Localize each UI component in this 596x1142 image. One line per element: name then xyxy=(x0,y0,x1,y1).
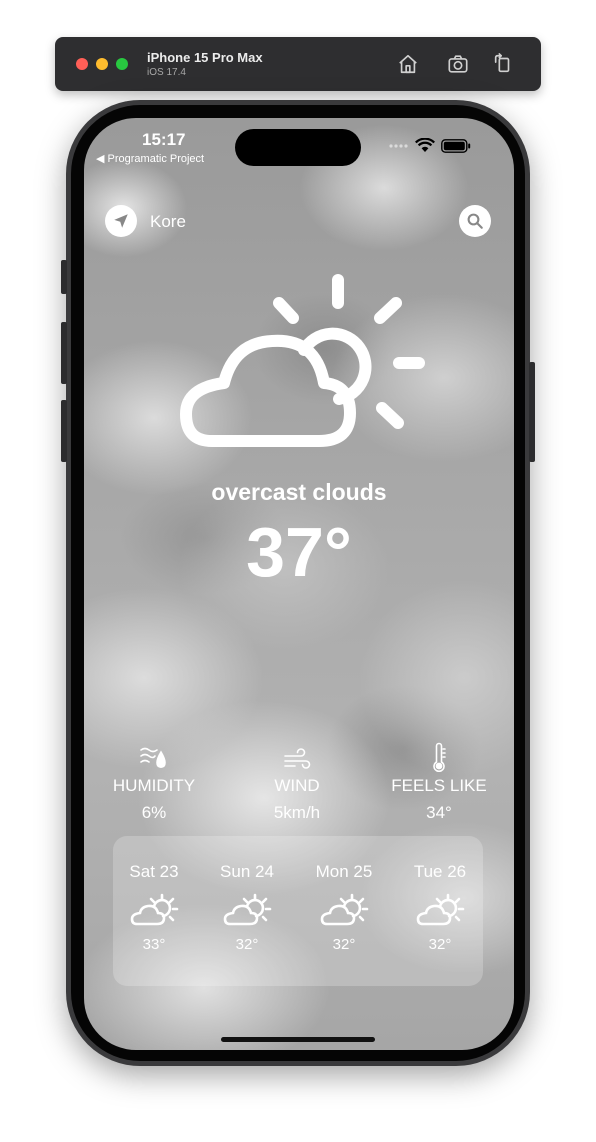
wind-label: WIND xyxy=(274,776,320,795)
home-button[interactable] xyxy=(396,52,420,76)
partly-cloudy-icon xyxy=(320,893,369,926)
partly-cloudy-icon xyxy=(130,893,179,926)
zoom-window-button[interactable] xyxy=(116,58,128,70)
city-name: Kore xyxy=(150,212,186,231)
volume-up-button xyxy=(61,322,67,384)
rotate-button[interactable] xyxy=(491,52,515,76)
humidity-value: 6% xyxy=(141,803,167,822)
status-indicators xyxy=(389,138,471,153)
power-button xyxy=(529,362,535,462)
current-location-button[interactable] xyxy=(105,205,137,237)
simulator-toolbar: iPhone 15 Pro Max iOS 17.4 xyxy=(55,37,541,91)
humidity-stat: HUMIDITY 6% xyxy=(89,742,219,823)
forecast-day[interactable]: Sun 24 32° xyxy=(202,862,292,953)
forecast-temp: 33° xyxy=(142,936,166,953)
partly-cloudy-icon xyxy=(223,893,272,926)
app-screen: 15:17 ◀ Programatic Project Kore overcas… xyxy=(84,118,514,1050)
battery-icon xyxy=(441,138,471,153)
feels-like-label: FEELS LIKE xyxy=(391,776,487,795)
forecast-day-label: Tue 26 xyxy=(413,862,467,881)
forecast-day[interactable]: Mon 25 32° xyxy=(299,862,389,953)
screenshot-button[interactable] xyxy=(446,52,470,76)
wind-value: 5km/h xyxy=(273,803,321,822)
feels-like-stat: FEELS LIKE 34° xyxy=(374,742,504,823)
humidity-icon xyxy=(140,747,166,768)
current-temperature: 37° xyxy=(246,513,352,591)
weather-condition-icon xyxy=(180,274,425,447)
wind-stat: WIND 5km/h xyxy=(232,742,362,823)
action-button xyxy=(61,260,67,294)
wind-icon xyxy=(284,748,311,769)
forecast-day[interactable]: Sat 23 33° xyxy=(109,862,199,953)
search-icon xyxy=(467,213,483,229)
close-window-button[interactable] xyxy=(76,58,88,70)
wifi-icon xyxy=(415,138,435,152)
location-arrow-icon xyxy=(114,214,128,228)
rotate-icon xyxy=(494,53,510,73)
weather-description: overcast clouds xyxy=(211,479,387,505)
dynamic-island xyxy=(235,129,361,166)
forecast-temp: 32° xyxy=(235,936,259,953)
forecast-day-label: Sun 24 xyxy=(220,862,274,881)
camera-icon xyxy=(448,55,468,73)
feels-like-value: 34° xyxy=(426,803,452,822)
forecast-temp: 32° xyxy=(428,936,452,953)
forecast-day-label: Sat 23 xyxy=(129,862,179,881)
simulator-device-name: iPhone 15 Pro Max xyxy=(147,50,263,65)
back-to-app-link[interactable]: ◀ Programatic Project xyxy=(96,152,204,165)
forecast-day-label: Mon 25 xyxy=(315,862,373,881)
volume-down-button xyxy=(61,400,67,462)
forecast-day[interactable]: Tue 26 32° xyxy=(395,862,485,953)
home-icon xyxy=(399,54,417,74)
forecast-temp: 32° xyxy=(332,936,356,953)
thermometer-icon xyxy=(433,742,446,772)
status-time: 15:17 xyxy=(142,130,186,149)
minimize-window-button[interactable] xyxy=(96,58,108,70)
forecast-panel: Sat 23 33° Sun 24 32° Mon 25 32° Tue 26 xyxy=(113,836,483,986)
simulator-os-version: iOS 17.4 xyxy=(147,67,186,78)
home-indicator[interactable] xyxy=(221,1037,375,1042)
signal-icon xyxy=(389,143,408,148)
search-button[interactable] xyxy=(459,205,491,237)
humidity-label: HUMIDITY xyxy=(112,776,196,795)
partly-cloudy-icon xyxy=(416,893,465,926)
